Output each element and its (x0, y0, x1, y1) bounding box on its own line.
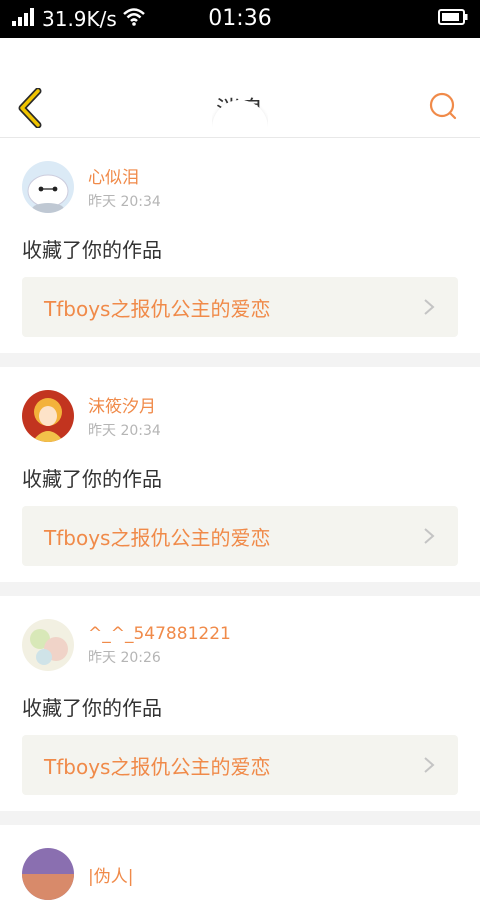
search-icon (429, 92, 457, 120)
message-card: |伪人| (0, 825, 480, 917)
avatar[interactable] (22, 619, 74, 671)
signal-icon (12, 7, 36, 31)
username[interactable]: 沫筱汐月 (88, 392, 161, 417)
work-title: Tfboys之报仇公主的爱恋 (44, 296, 271, 321)
status-bar: 31.9K/s 01:36 (0, 0, 480, 38)
timestamp: 昨天 20:34 (88, 423, 161, 439)
network-speed: 31.9K/s (42, 7, 117, 31)
message-user[interactable]: 沫筱汐月 昨天 20:34 (22, 389, 458, 443)
action-text: 收藏了你的作品 (22, 238, 162, 262)
avatar[interactable] (22, 161, 74, 213)
username[interactable]: 心似泪 (88, 163, 161, 188)
avatar[interactable] (22, 390, 74, 442)
message-user[interactable]: 心似泪 昨天 20:34 (22, 160, 458, 214)
chevron-right-icon (424, 299, 435, 315)
message-list: 心似泪 昨天 20:34 收藏了你的作品 Tfboys之报仇公主的爱恋 沫筱汐月… (0, 138, 480, 917)
message-user[interactable]: |伪人| (22, 847, 458, 901)
work-title: Tfboys之报仇公主的爱恋 (44, 754, 271, 779)
username[interactable]: |伪人| (88, 862, 133, 887)
action-text: 收藏了你的作品 (22, 467, 162, 491)
wifi-icon (122, 7, 145, 31)
action-text: 收藏了你的作品 (22, 696, 162, 720)
username[interactable]: ^_^_547881221 (88, 624, 231, 644)
message-card: 心似泪 昨天 20:34 收藏了你的作品 Tfboys之报仇公主的爱恋 (0, 138, 480, 353)
work-link[interactable]: Tfboys之报仇公主的爱恋 (22, 506, 458, 566)
battery-icon (438, 7, 468, 31)
work-link[interactable]: Tfboys之报仇公主的爱恋 (22, 277, 458, 337)
message-user[interactable]: ^_^_547881221 昨天 20:26 (22, 618, 458, 672)
avatar[interactable] (22, 848, 74, 900)
timestamp: 昨天 20:26 (88, 649, 161, 666)
chevron-right-icon (424, 528, 435, 544)
work-title: Tfboys之报仇公主的爱恋 (44, 525, 271, 550)
chevron-right-icon (424, 757, 435, 773)
message-card: 沫筱汐月 昨天 20:34 收藏了你的作品 Tfboys之报仇公主的爱恋 (0, 367, 480, 582)
timestamp: 昨天 20:34 (88, 194, 161, 210)
message-card: ^_^_547881221 昨天 20:26 收藏了你的作品 Tfboys之报仇… (0, 596, 480, 811)
search-button[interactable] (428, 91, 458, 121)
work-link[interactable]: Tfboys之报仇公主的爱恋 (22, 735, 458, 795)
